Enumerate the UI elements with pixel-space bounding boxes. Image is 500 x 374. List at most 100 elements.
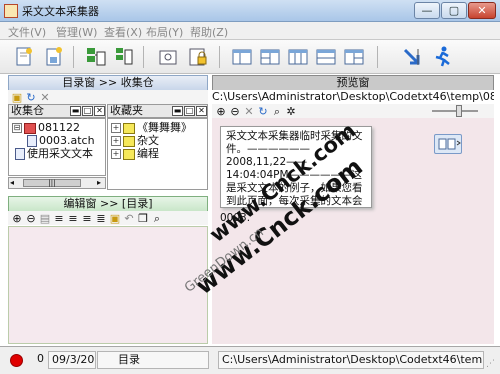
- zoom-out-icon[interactable]: ⊖: [24, 212, 38, 226]
- open-folder-icon[interactable]: ▣: [108, 212, 122, 226]
- scroll-thumb[interactable]: |||: [23, 179, 81, 187]
- find-icon[interactable]: ⌕: [150, 212, 164, 226]
- tree-item-label: 《舞舞舞》: [137, 121, 192, 134]
- tree-item-label: 杂文: [137, 134, 159, 147]
- refresh-icon[interactable]: ↻: [24, 91, 38, 105]
- undo-icon[interactable]: ↶: [122, 212, 136, 226]
- toolbar-separator: [73, 46, 74, 68]
- scroll-left-arrow[interactable]: ◂: [10, 178, 14, 188]
- maximize-button[interactable]: ▢: [441, 2, 467, 19]
- collection-maximize-button[interactable]: □: [82, 106, 93, 116]
- expand-box[interactable]: +: [111, 136, 121, 146]
- menu-bar: 文件(V) 管理(W) 查看(X) 布局(Y) 帮助(Z): [0, 22, 500, 40]
- collect-green-icon[interactable]: [84, 45, 108, 69]
- favorites-close-button[interactable]: ✕: [196, 106, 207, 116]
- toolbar-separator: [377, 46, 378, 68]
- directory-toolbar: ▣ ↻ ✕: [8, 90, 208, 104]
- lock-icon[interactable]: [186, 45, 210, 69]
- collect-list-icon[interactable]: [112, 45, 136, 69]
- preview-path: C:\Users\Administrator\Desktop\Codetxt46…: [212, 90, 494, 104]
- expand-box[interactable]: +: [111, 149, 121, 159]
- zoom-out-icon[interactable]: ⊖: [228, 105, 242, 119]
- page-view-icon[interactable]: [434, 134, 462, 154]
- record-indicator-icon[interactable]: [10, 354, 23, 367]
- collapse-box[interactable]: ⊟: [12, 123, 22, 133]
- align-right-icon[interactable]: ≡: [80, 212, 94, 226]
- menu-layout[interactable]: 布局(Y): [146, 24, 183, 40]
- resize-grip-icon[interactable]: ⋰: [486, 359, 496, 369]
- justify-icon[interactable]: ≣: [94, 212, 108, 226]
- collection-minimize-button[interactable]: ▬: [70, 106, 81, 116]
- layout-3-icon[interactable]: [286, 45, 310, 69]
- tree-item-label: 081122: [38, 121, 80, 134]
- delete-icon[interactable]: ✕: [38, 91, 52, 105]
- zoom-in-icon[interactable]: ⊕: [214, 105, 228, 119]
- folder-icon: [123, 148, 135, 160]
- close-button[interactable]: ✕: [468, 2, 496, 19]
- record-icon: [24, 122, 36, 134]
- search-icon[interactable]: ⌕: [270, 105, 284, 119]
- refresh-icon[interactable]: ↻: [256, 105, 270, 119]
- collection-scrollbar[interactable]: ◂ ||| ▸: [8, 177, 106, 189]
- menu-file[interactable]: 文件(V): [8, 24, 46, 40]
- file-icon: [15, 148, 25, 160]
- menu-help[interactable]: 帮助(Z): [190, 24, 228, 40]
- collection-label: 收集仓: [11, 104, 44, 117]
- zoom-in-icon[interactable]: ⊕: [10, 212, 24, 226]
- favorites-header: 收藏夹 ▬ □ ✕: [107, 104, 208, 118]
- menu-view[interactable]: 查看(X): [104, 24, 142, 40]
- app-icon: [4, 4, 18, 18]
- zoom-slider[interactable]: [432, 110, 478, 112]
- tree-item[interactable]: 使用采文文本: [15, 148, 93, 160]
- collection-tree: ⊟ 081122 0003.atch 使用采文文本: [8, 118, 106, 176]
- collection-header: 收集仓 ▬ □ ✕: [8, 104, 106, 118]
- capture-icon[interactable]: [156, 45, 180, 69]
- layout-4-icon[interactable]: [314, 45, 338, 69]
- tree-item[interactable]: ⊟ 081122: [12, 122, 80, 134]
- close-icon[interactable]: ✕: [242, 105, 256, 119]
- favorites-label: 收藏夹: [110, 104, 143, 117]
- tree-item[interactable]: + 杂文: [111, 135, 159, 147]
- collection-close-button[interactable]: ✕: [94, 106, 105, 116]
- title-bar[interactable]: 采文文本采集器 — ▢ ✕: [0, 0, 500, 22]
- folder-open-icon[interactable]: ▣: [10, 91, 24, 105]
- favorites-tree: + 《舞舞舞》 + 杂文 + 编程: [107, 118, 208, 190]
- expand-box[interactable]: +: [111, 123, 121, 133]
- toolbar-separator: [219, 46, 220, 68]
- pin-arrow-icon[interactable]: [400, 45, 424, 69]
- directory-panel-header: 目录窗 >> 收集仓: [8, 75, 208, 91]
- layout-1-icon[interactable]: [230, 45, 254, 69]
- save-icon[interactable]: ▤: [38, 212, 52, 226]
- edit-toolbar: ⊕ ⊖ ▤ ≡ ≡ ≡ ≣ ▣ ↶ ❐ ⌕: [8, 211, 208, 225]
- run-icon[interactable]: [430, 45, 454, 69]
- align-left-icon[interactable]: ≡: [52, 212, 66, 226]
- menu-manage[interactable]: 管理(W): [56, 24, 97, 40]
- favorites-maximize-button[interactable]: □: [184, 106, 195, 116]
- file-icon: [27, 135, 37, 147]
- import-doc-icon[interactable]: [42, 45, 66, 69]
- toolbar: [0, 40, 500, 74]
- tree-item-label: 使用采文文本: [27, 147, 93, 160]
- minimize-button[interactable]: —: [414, 2, 440, 19]
- zoom-slider-thumb[interactable]: [456, 105, 462, 117]
- status-path: C:\Users\Administrator\Desktop\Codetxt46…: [218, 351, 484, 369]
- align-center-icon[interactable]: ≡: [66, 212, 80, 226]
- tree-item[interactable]: + 编程: [111, 148, 159, 160]
- window-title: 采文文本采集器: [22, 5, 99, 18]
- favorites-minimize-button[interactable]: ▬: [172, 106, 183, 116]
- copy-icon[interactable]: ❐: [136, 212, 150, 226]
- layout-2-icon[interactable]: [258, 45, 282, 69]
- status-date: 09/3/20: [48, 351, 96, 369]
- tree-item-label: 编程: [137, 147, 159, 160]
- scroll-right-arrow[interactable]: ▸: [97, 178, 101, 188]
- tree-item[interactable]: + 《舞舞舞》: [111, 122, 192, 134]
- status-count: 0: [37, 352, 44, 365]
- tree-item[interactable]: 0003.atch: [27, 135, 95, 147]
- new-doc-icon[interactable]: [12, 45, 36, 69]
- tree-item-label: 0003.atch: [39, 134, 95, 147]
- settings-icon[interactable]: ✲: [284, 105, 298, 119]
- status-bar: 0 09/3/20 目录 C:\Users\Administrator\Desk…: [0, 346, 500, 374]
- folder-icon: [123, 135, 135, 147]
- edit-area[interactable]: [8, 226, 208, 344]
- layout-5-icon[interactable]: [342, 45, 366, 69]
